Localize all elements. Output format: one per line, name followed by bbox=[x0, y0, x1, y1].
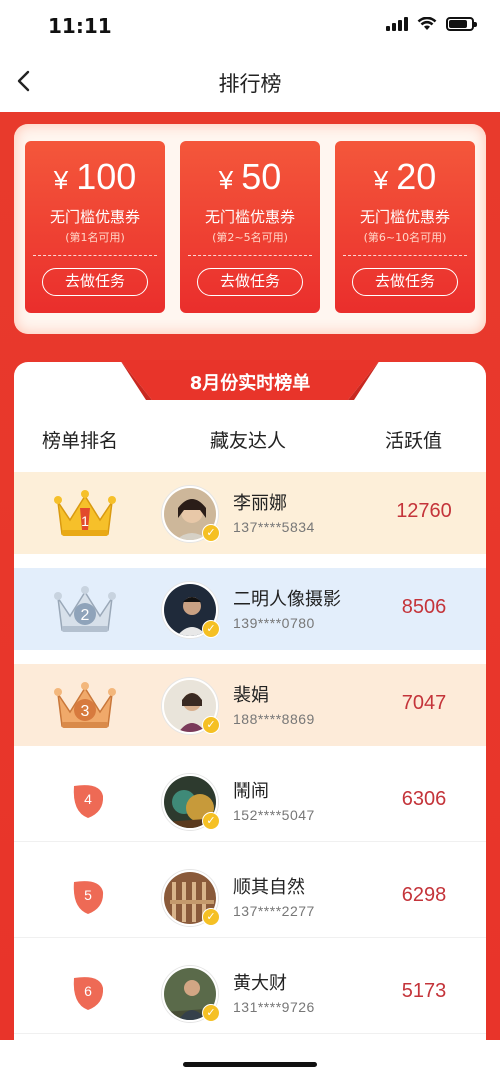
user-name: 李丽娜 bbox=[233, 493, 287, 514]
coupon-divider bbox=[188, 255, 312, 256]
user-name: 黄大财 bbox=[233, 973, 287, 994]
user-phone: 152****5047 bbox=[233, 807, 315, 823]
activity-score: 6306 bbox=[401, 788, 447, 810]
coupon-divider bbox=[33, 255, 157, 256]
coupon-description: 无门槛优惠券 bbox=[204, 208, 295, 226]
activity-score: 7047 bbox=[401, 692, 447, 714]
home-area bbox=[0, 1040, 500, 1081]
bronze-crown-icon: 3 bbox=[54, 682, 116, 728]
user-phone: 188****8869 bbox=[233, 711, 315, 727]
coupon-description: 无门槛优惠券 bbox=[49, 208, 140, 226]
coupon-amount: ¥100 bbox=[53, 156, 137, 197]
rank-leaf-badge: 5 bbox=[70, 878, 106, 916]
battery-icon bbox=[446, 17, 477, 31]
user-name: 鬧闹 bbox=[233, 781, 269, 802]
ranking-row[interactable]: 1 ✓ 李丽娜 137****5834 12760 bbox=[14, 472, 486, 554]
header-active: 活跃值 bbox=[385, 430, 443, 452]
header-rank: 榜单排名 bbox=[42, 430, 119, 452]
gold-crown-icon: 1 bbox=[54, 490, 116, 536]
user-phone: 137****5834 bbox=[233, 519, 315, 535]
user-name: 顺其自然 bbox=[233, 877, 305, 898]
ranking-row[interactable]: 6 ✓ 黄大财 131****9726 5173 bbox=[14, 952, 486, 1034]
home-indicator[interactable] bbox=[183, 1062, 317, 1067]
rank-number: 6 bbox=[84, 983, 92, 999]
coupon-card: ¥100 无门槛优惠券 (第1名可用) 去做任务 bbox=[25, 141, 165, 313]
svg-text:1: 1 bbox=[81, 513, 89, 529]
activity-score: 12760 bbox=[396, 500, 452, 522]
coupon-amount: ¥50 bbox=[218, 156, 282, 197]
silver-crown-icon: 2 bbox=[54, 586, 116, 632]
coupon-description: 无门槛优惠券 bbox=[359, 208, 450, 226]
verified-badge-icon: ✓ bbox=[202, 620, 220, 638]
page-title: 排行榜 bbox=[218, 72, 282, 96]
user-phone: 131****9726 bbox=[233, 999, 315, 1015]
coupon-condition: (第1名可用) bbox=[65, 231, 125, 244]
rank-number: 5 bbox=[84, 887, 92, 903]
do-task-button[interactable]: 去做任务 bbox=[42, 268, 148, 296]
rank-number: 4 bbox=[84, 791, 92, 807]
svg-text:2: 2 bbox=[81, 607, 90, 624]
do-task-button[interactable]: 去做任务 bbox=[197, 268, 303, 296]
status-bar: 11:11 bbox=[0, 0, 500, 52]
header-user: 藏友达人 bbox=[210, 430, 287, 452]
ranking-header: 榜单排名 藏友达人 活跃值 bbox=[14, 426, 486, 458]
verified-badge-icon: ✓ bbox=[202, 908, 220, 926]
nav-bar: 排行榜 bbox=[0, 52, 500, 112]
rank-leaf-badge: 6 bbox=[70, 974, 106, 1012]
signal-icon bbox=[386, 17, 408, 31]
ranking-row[interactable]: 3 ✓ 裴娟 188****8869 7047 bbox=[14, 664, 486, 746]
activity-score: 8506 bbox=[401, 596, 447, 618]
verified-badge-icon: ✓ bbox=[202, 812, 220, 830]
rank-leaf-badge: 4 bbox=[70, 782, 106, 820]
user-phone: 137****2277 bbox=[233, 903, 315, 919]
user-phone: 139****0780 bbox=[233, 615, 315, 631]
wifi-icon bbox=[417, 17, 437, 30]
verified-badge-icon: ✓ bbox=[202, 1004, 220, 1022]
coupon-card: ¥50 无门槛优惠券 (第2~5名可用) 去做任务 bbox=[180, 141, 320, 313]
svg-text:3: 3 bbox=[81, 703, 90, 720]
user-name: 裴娟 bbox=[233, 685, 269, 706]
activity-score: 5173 bbox=[401, 980, 447, 1002]
coupon-divider bbox=[343, 255, 467, 256]
do-task-button[interactable]: 去做任务 bbox=[352, 268, 458, 296]
coupon-card: ¥20 无门槛优惠券 (第6~10名可用) 去做任务 bbox=[335, 141, 475, 313]
status-icons bbox=[386, 17, 477, 31]
activity-score: 6298 bbox=[401, 884, 447, 906]
ranking-row[interactable]: 4 ✓ 鬧闹 152****5047 6306 bbox=[14, 760, 486, 842]
ranking-panel: 8月份实时榜单 榜单排名 藏友达人 活跃值 1 ✓ 李丽娜 137****583… bbox=[14, 360, 486, 1040]
leaderboard-background: ¥100 无门槛优惠券 (第1名可用) 去做任务 ¥50 无门槛优惠券 (第2~… bbox=[0, 112, 500, 1040]
ranking-banner-title: 8月份实时榜单 bbox=[189, 373, 311, 394]
coupon-amount: ¥20 bbox=[373, 156, 437, 197]
coupon-condition: (第6~10名可用) bbox=[363, 231, 447, 244]
verified-badge-icon: ✓ bbox=[202, 524, 220, 542]
ranking-banner: 8月份实时榜单 bbox=[120, 360, 380, 402]
verified-badge-icon: ✓ bbox=[202, 716, 220, 734]
user-name: 二明人像摄影 bbox=[233, 589, 341, 610]
ranking-row[interactable]: 5 ✓ 顺其自然 137****2277 6298 bbox=[14, 856, 486, 938]
coupon-condition: (第2~5名可用) bbox=[212, 231, 288, 244]
coupon-panel: ¥100 无门槛优惠券 (第1名可用) 去做任务 ¥50 无门槛优惠券 (第2~… bbox=[14, 124, 486, 334]
status-time: 11:11 bbox=[48, 14, 112, 38]
ranking-row[interactable]: 2 ✓ 二明人像摄影 139****0780 8506 bbox=[14, 568, 486, 650]
